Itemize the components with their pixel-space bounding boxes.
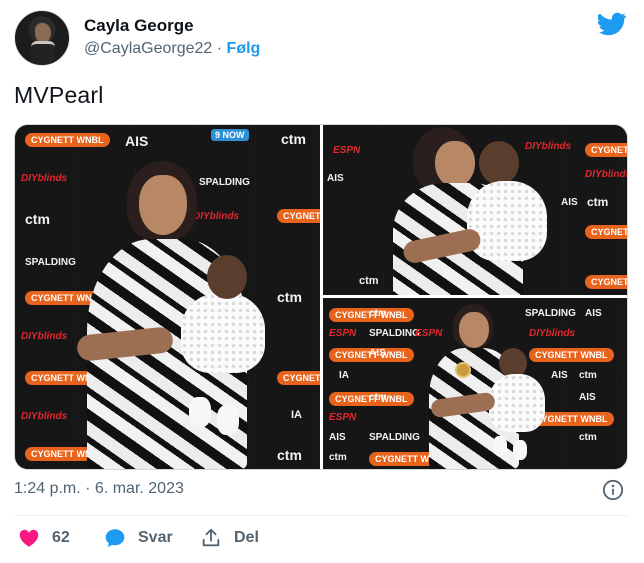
logo-espn: ESPN: [333, 145, 361, 156]
logo-cygnett: CYGNETT WNBL: [585, 225, 627, 239]
logo-ctm: ctm: [369, 308, 387, 319]
woman-kissing-baby: [383, 125, 563, 295]
reply-label: Svar: [138, 529, 173, 546]
logo-diyblinds: DIYblinds: [21, 411, 68, 422]
photo-2[interactable]: ESPN DIYblinds CYGNETT WNBL AIS DIYblind…: [323, 125, 627, 295]
baby-white-dress: [181, 293, 265, 373]
reply-bubble-icon: [105, 529, 125, 548]
logo-ais: AIS: [125, 133, 149, 149]
info-icon[interactable]: [602, 479, 624, 501]
logo-9now: 9 NOW: [211, 129, 249, 141]
logo-espn: ESPN: [329, 328, 357, 339]
follow-button[interactable]: Følg: [227, 40, 261, 57]
logo-cygnett: CYGNETT WNBL: [277, 371, 320, 385]
baby-shoe: [189, 397, 211, 427]
media-grid: CYGNETT WNBL AIS 9 NOW ctm DIYblinds SPA…: [14, 124, 628, 470]
tweet-text: MVPearl: [14, 82, 104, 108]
reply-button[interactable]: Svar: [104, 524, 173, 552]
photo-3[interactable]: CYGNETT WNBL ctm SPALDING AIS ESPN SPALD…: [323, 298, 627, 469]
heart-icon: [19, 529, 39, 547]
logo-ais: AIS: [579, 392, 596, 403]
logo-ais: AIS: [369, 348, 386, 359]
logo-ctm: ctm: [359, 275, 379, 287]
logo-ctm: ctm: [329, 452, 347, 463]
handle-separator: ·: [216, 40, 223, 57]
logo-ais: AIS: [551, 370, 568, 381]
logo-cygnett: CYGNETT WNBL: [25, 133, 110, 147]
baby-shoe: [513, 440, 527, 460]
logo-ctm: ctm: [587, 195, 609, 209]
logo-ctm: ctm: [277, 447, 302, 463]
baby-shoe: [217, 405, 239, 435]
logo-ctm: ctm: [369, 392, 387, 403]
logo-diyblinds: DIYblinds: [21, 331, 68, 342]
tweet-card: Cayla George @CaylaGeorge22 · Følg MVPea…: [0, 0, 644, 563]
share-label: Del: [234, 529, 259, 546]
face: [139, 175, 187, 235]
face: [435, 141, 475, 187]
logo-ais: AIS: [329, 432, 346, 443]
logo-ais: AIS: [327, 173, 344, 184]
logo-ctm: ctm: [281, 131, 306, 147]
logo-ctm: ctm: [277, 289, 302, 305]
woman-holding-baby: [65, 161, 275, 469]
twitter-bird-icon[interactable]: [598, 12, 626, 36]
logo-athletic: IA: [291, 409, 302, 421]
author-handle[interactable]: @CaylaGeorge22: [84, 40, 212, 57]
tweet-timestamp[interactable]: 1:24 p.m. · 6. mar. 2023: [14, 480, 184, 498]
share-button[interactable]: Del: [200, 524, 259, 552]
logo-cygnett: CYGNETT WNBL: [277, 209, 320, 223]
logo-cygnett: CYGNETT WNBL: [585, 275, 627, 289]
logo-ais: AIS: [561, 197, 578, 208]
baby-shoe: [493, 436, 507, 456]
logo-cygnett: CYGNETT WNBL: [585, 143, 627, 157]
footer-divider: [14, 515, 628, 516]
face: [459, 312, 489, 348]
gold-medal: [455, 362, 471, 378]
baby-head: [479, 141, 519, 185]
logo-ctm: ctm: [25, 211, 50, 227]
like-button[interactable]: 62: [18, 524, 70, 552]
baby-head: [207, 255, 247, 299]
logo-diyblinds: DIYblinds: [21, 173, 68, 184]
baby-white-dress: [467, 181, 547, 261]
logo-ctm: ctm: [579, 432, 597, 443]
logo-spalding: SPALDING: [369, 432, 420, 443]
logo-ais: AIS: [585, 308, 602, 319]
woman-with-medal-and-baby: [419, 304, 549, 469]
avatar-jersey: [31, 41, 55, 65]
avatar-face: [35, 23, 51, 43]
logo-espn: ESPN: [329, 412, 357, 423]
logo-athletic: IA: [339, 370, 349, 381]
photo-1[interactable]: CYGNETT WNBL AIS 9 NOW ctm DIYblinds SPA…: [15, 125, 320, 469]
baby-white-dress: [489, 374, 545, 432]
logo-diyblinds: DIYblinds: [585, 169, 627, 180]
avatar[interactable]: [14, 10, 70, 66]
share-icon: [202, 528, 220, 547]
logo-spalding: SPALDING: [369, 328, 420, 339]
logo-ctm: ctm: [579, 370, 597, 381]
author-handle-row: @CaylaGeorge22 · Følg: [84, 40, 260, 58]
like-count: 62: [52, 529, 70, 546]
author-display-name[interactable]: Cayla George: [84, 16, 194, 36]
